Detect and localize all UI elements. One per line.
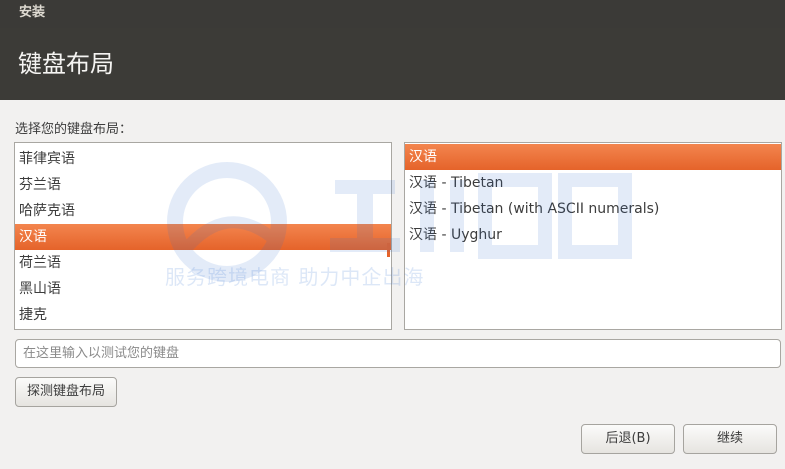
layout-list-item[interactable]: 黑山语 bbox=[15, 276, 391, 302]
layout-list-scrollbar[interactable] bbox=[387, 243, 390, 257]
variant-list-item[interactable]: 汉语 bbox=[405, 144, 781, 170]
layout-list-item[interactable]: 荷兰语 bbox=[15, 250, 391, 276]
layout-list-item[interactable]: 捷克 bbox=[15, 302, 391, 328]
page-header: 键盘布局 bbox=[0, 28, 785, 100]
layout-prompt-label: 选择您的键盘布局： bbox=[15, 122, 133, 137]
continue-button[interactable]: 继续 bbox=[683, 424, 777, 454]
layout-list-item[interactable]: 汉语 bbox=[15, 224, 391, 250]
window-titlebar: 安装 bbox=[0, 0, 785, 28]
variant-list-item[interactable]: 汉语 - Tibetan (with ASCII numerals) bbox=[405, 196, 781, 222]
window-title: 安装 bbox=[19, 5, 46, 20]
detect-layout-button[interactable]: 探测键盘布局 bbox=[15, 377, 117, 407]
back-button[interactable]: 后退(B) bbox=[581, 424, 675, 454]
variant-list-item[interactable]: 汉语 - Tibetan bbox=[405, 170, 781, 196]
layout-list-item[interactable]: 菲律宾语 bbox=[15, 146, 391, 172]
variant-list-item[interactable]: 汉语 - Uyghur bbox=[405, 222, 781, 248]
layout-list-item[interactable]: 芬兰语 bbox=[15, 172, 391, 198]
layout-list[interactable]: 菲律宾语 芬兰语 哈萨克语 汉语 荷兰语 黑山语 捷克 bbox=[14, 142, 392, 330]
variant-list[interactable]: 汉语 汉语 - Tibetan 汉语 - Tibetan (with ASCII… bbox=[404, 142, 782, 330]
keyboard-test-input[interactable] bbox=[15, 339, 781, 368]
page-title: 键盘布局 bbox=[18, 50, 114, 78]
layout-list-item[interactable]: 哈萨克语 bbox=[15, 198, 391, 224]
